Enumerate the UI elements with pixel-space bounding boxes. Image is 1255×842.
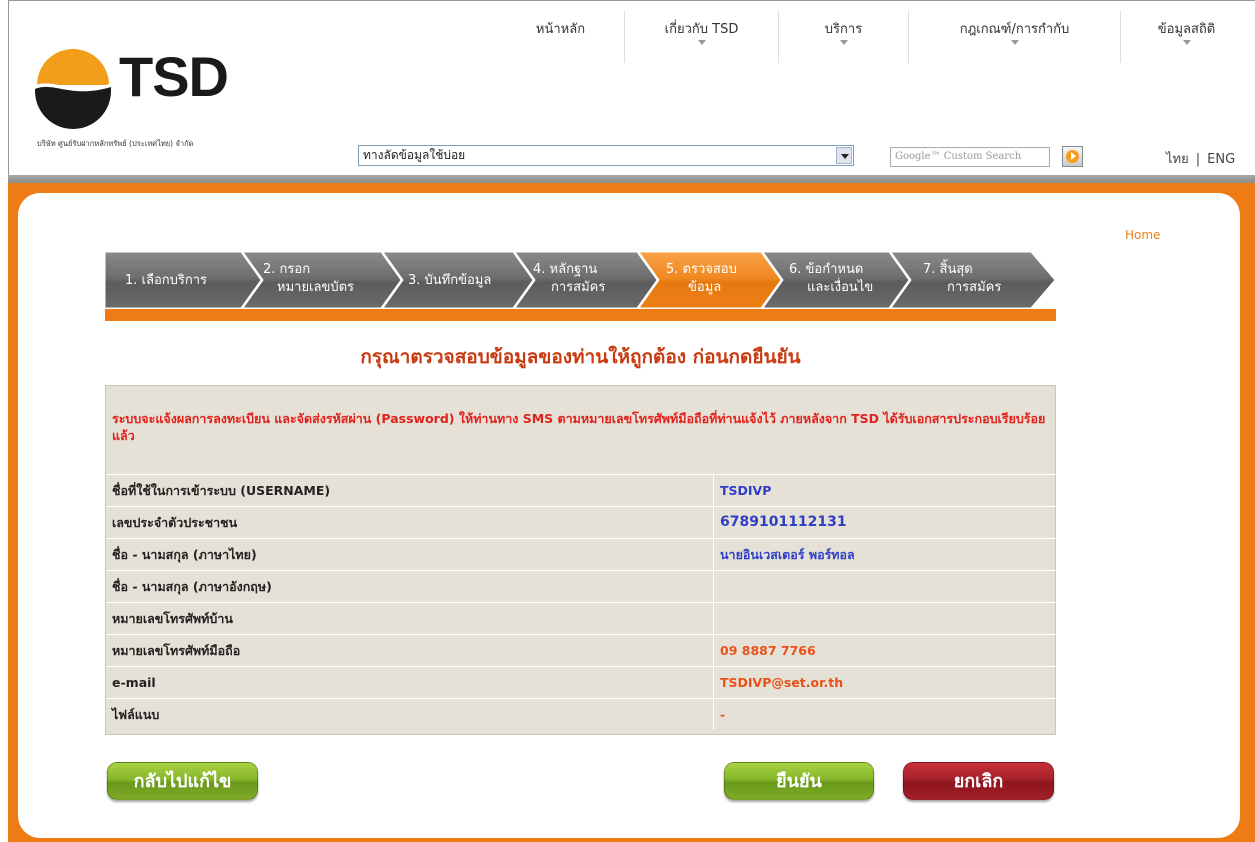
lang-thai-link[interactable]: ไทย [1166, 152, 1189, 167]
field-value-mobile: 09 8887 7766 [713, 635, 1057, 666]
chevron-down-icon [839, 40, 848, 45]
step-7-label: 7. สิ้นสุด [923, 262, 973, 277]
tsd-logo[interactable]: TSD [31, 39, 246, 139]
search-input[interactable]: Google™ Custom Search [890, 147, 1050, 167]
sms-notice: ระบบจะแจ้งผลการลงทะเบียน และจัดส่งรหัสผ่… [112, 411, 1046, 443]
nav-label: ข้อมูลสถิติ [1157, 22, 1216, 37]
field-label: หมายเลขโทรศัพท์มือถือ [112, 643, 241, 658]
steps-underline-bar [105, 309, 1056, 321]
logo-text: TSD [119, 45, 229, 108]
merged-cell-divider [713, 570, 714, 634]
chevron-down-icon [1010, 40, 1019, 45]
table-row: หมายเลขโทรศัพท์บ้าน [106, 602, 1057, 634]
registration-steps: 1. เลือกบริการ 2. กรอก หมายเลขบัตร 3. บั… [105, 252, 1056, 308]
nav-home[interactable]: หน้าหลัก [497, 11, 625, 63]
table-row: เลขประจำตัวประชาชน 6789101112131 [106, 506, 1057, 538]
lang-english-link[interactable]: ENG [1207, 152, 1235, 167]
step-4-label: 4. หลักฐาน [533, 262, 598, 277]
step-6-label: 6. ข้อกำหนด [789, 262, 864, 277]
dropdown-arrow-icon[interactable] [836, 147, 852, 164]
field-value-attachment: - [713, 699, 1057, 730]
page-title: กรุณาตรวจสอบข้อมูลของท่านให้ถูกต้อง ก่อน… [360, 346, 801, 368]
field-value-citizen-id: 6789101112131 [713, 507, 1057, 538]
nav-statistics[interactable]: ข้อมูลสถิติ [1121, 11, 1252, 63]
step-6-label-line2: และเงื่อนไข [807, 280, 874, 295]
field-label: ชื่อ - นามสกุล (ภาษาไทย) [112, 547, 257, 562]
back-edit-button[interactable]: กลับไปแก้ไข [107, 762, 258, 800]
table-row: ชื่อ - นามสกุล (ภาษาไทย) นายอินเวสเตอร์ … [106, 538, 1057, 570]
search-go-button[interactable] [1062, 146, 1083, 167]
table-row: e-mail TSDIVP@set.or.th [106, 666, 1057, 698]
field-value-email: TSDIVP@set.or.th [713, 667, 1057, 698]
confirm-button[interactable]: ยืนยัน [724, 762, 874, 800]
table-row: หมายเลขโทรศัพท์มือถือ 09 8887 7766 [106, 634, 1057, 666]
company-name: บริษัท ศูนย์รับฝากหลักทรัพย์ (ประเทศไทย)… [37, 139, 194, 148]
nav-services[interactable]: บริการ [779, 11, 909, 63]
step-2-label: 2. กรอก [263, 262, 311, 277]
quick-links-value: ทางลัดข้อมูลใช้บ่อย [363, 148, 466, 162]
nav-regulations[interactable]: กฎเกณฑ์/การกำกับ [909, 11, 1121, 63]
top-navigation: หน้าหลัก เกี่ยวกับ TSD บริการ กฎเกณฑ์/กา… [497, 11, 1252, 63]
nav-label: เกี่ยวกับ TSD [664, 22, 739, 37]
lang-separator: | [1195, 152, 1201, 167]
arrow-right-icon [1071, 152, 1076, 160]
step-4-label-line2: การสมัคร [551, 280, 606, 295]
cancel-button[interactable]: ยกเลิก [903, 762, 1054, 800]
nav-label: กฎเกณฑ์/การกำกับ [959, 22, 1070, 37]
nav-label: บริการ [824, 22, 863, 37]
step-5-label: 5. ตรวจสอบ [666, 262, 737, 277]
step-3-label: 3. บันทึกข้อมูล [408, 273, 492, 288]
header-divider-bar [8, 175, 1255, 183]
step-7-label-line2: การสมัคร [947, 280, 1002, 295]
language-switcher: ไทย | ENG [1166, 148, 1235, 169]
field-label: ชื่อ - นามสกุล (ภาษาอังกฤษ) [112, 579, 272, 594]
step-2-label-line2: หมายเลขบัตร [277, 280, 355, 295]
breadcrumb-home-link[interactable]: Home [1125, 228, 1160, 242]
step-5-label-line2: ข้อมูล [688, 280, 722, 295]
field-label: e-mail [112, 675, 156, 690]
table-row: ชื่อ - นามสกุล (ภาษาอังกฤษ) [106, 570, 1057, 602]
table-row: ไฟล์แนบ - [106, 698, 1057, 734]
review-table: ระบบจะแจ้งผลการลงทะเบียน และจัดส่งรหัสผ่… [105, 385, 1057, 735]
chevron-down-icon [697, 40, 706, 45]
field-label: เลขประจำตัวประชาชน [112, 515, 238, 530]
field-value-thai-name: นายอินเวสเตอร์ พอร์ทอล [713, 539, 1057, 570]
table-row: ชื่อที่ใช้ในการเข้าระบบ (USERNAME) TSDIV… [106, 474, 1057, 506]
quick-links-select[interactable]: ทางลัดข้อมูลใช้บ่อย [358, 145, 854, 166]
field-label: ไฟล์แนบ [112, 707, 160, 722]
nav-about[interactable]: เกี่ยวกับ TSD [625, 11, 779, 63]
chevron-down-icon [1182, 40, 1191, 45]
nav-label: หน้าหลัก [535, 22, 586, 37]
field-value-username: TSDIVP [713, 475, 1057, 506]
field-label: ชื่อที่ใช้ในการเข้าระบบ (USERNAME) [112, 483, 331, 498]
field-label: หมายเลขโทรศัพท์บ้าน [112, 611, 233, 626]
step-1-label: 1. เลือกบริการ [125, 273, 208, 288]
sun-logo-icon [34, 49, 112, 129]
